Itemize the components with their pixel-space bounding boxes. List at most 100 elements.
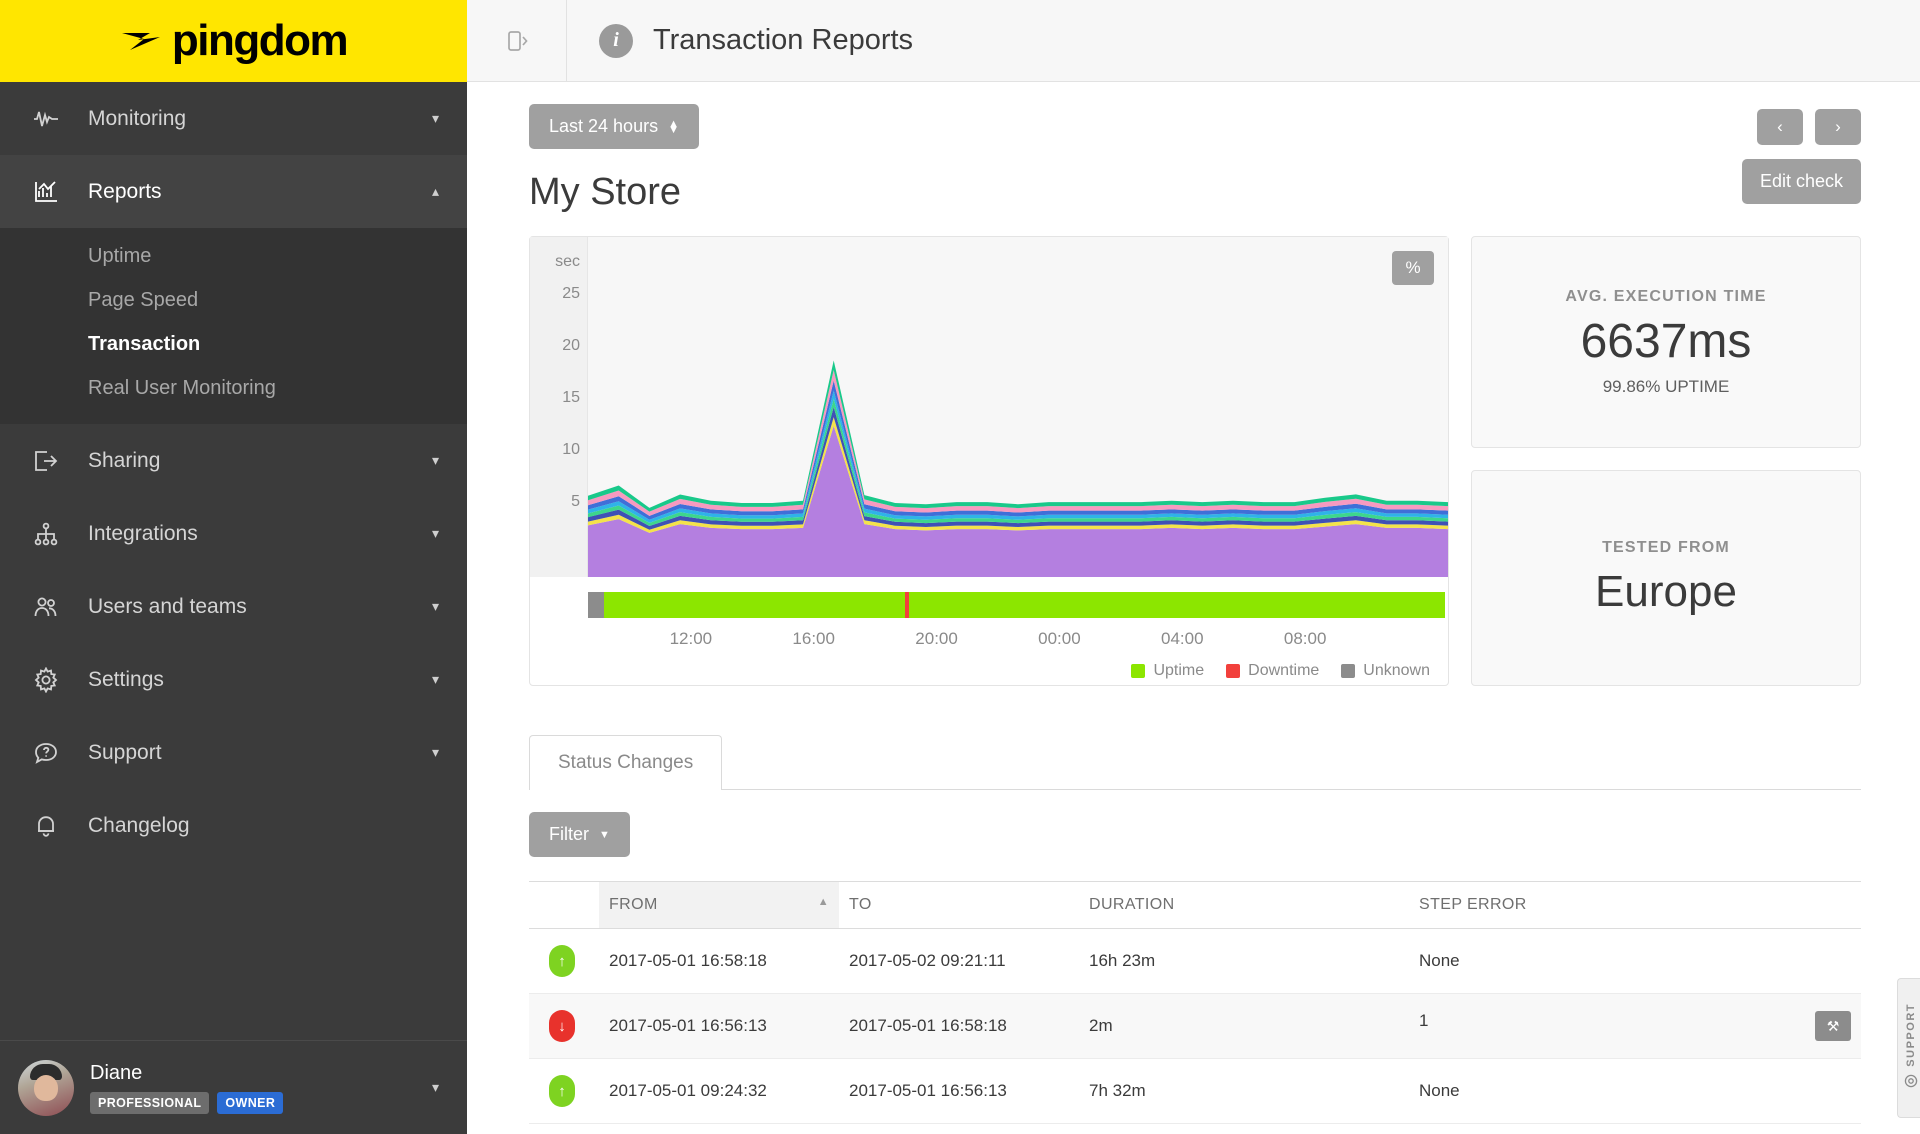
stat-subvalue: 99.86% UPTIME	[1603, 377, 1730, 397]
prev-period-button[interactable]: ‹	[1757, 109, 1803, 145]
sidebar-item-support[interactable]: Support ▾	[0, 716, 467, 789]
y-tick-15: 15	[530, 389, 580, 407]
brand-name: pingdom	[172, 19, 347, 63]
x-tick: 20:00	[915, 629, 958, 649]
avg-execution-time-card: AVG. EXECUTION TIME 6637ms 99.86% UPTIME	[1471, 236, 1861, 448]
reports-submenu: Uptime Page Speed Transaction Real User …	[0, 228, 467, 424]
col-to[interactable]: TO	[839, 882, 1079, 929]
user-profile[interactable]: Diane PROFESSIONAL OWNER ▾	[0, 1040, 467, 1134]
table-row[interactable]: ↑ 2017-05-01 16:58:18 2017-05-02 09:21:1…	[529, 929, 1861, 994]
row-step-error: 1 ⚒	[1409, 994, 1861, 1059]
chevron-up-icon: ▴	[432, 183, 439, 200]
table-row[interactable]: ↑ 2017-05-01 09:24:32 2017-05-01 16:56:1…	[529, 1059, 1861, 1124]
sidebar-item-reports[interactable]: Reports ▴	[0, 155, 467, 228]
avatar	[18, 1060, 74, 1116]
row-status-cell: ↑	[529, 1059, 599, 1124]
sidebar-item-label: Sharing	[66, 449, 432, 473]
info-icon: i	[599, 24, 633, 58]
row-to: 2017-05-02 09:21:11	[839, 929, 1079, 994]
legend-label: Uptime	[1153, 662, 1204, 680]
sidebar-nav: Monitoring ▾ Reports ▴ Uptime Page Speed…	[0, 82, 467, 1040]
sort-asc-icon: ▲	[818, 896, 829, 908]
col-from[interactable]: FROM ▲	[599, 882, 839, 929]
sitemap-icon	[26, 522, 66, 546]
next-period-button[interactable]: ›	[1815, 109, 1861, 145]
row-from: 2017-05-01 16:56:13	[599, 994, 839, 1059]
x-tick: 16:00	[792, 629, 835, 649]
gear-icon	[26, 667, 66, 693]
filter-row: Filter ▼	[529, 812, 1861, 857]
support-side-tab[interactable]: SUPPORT	[1897, 978, 1920, 1118]
y-axis-unit: sec	[530, 253, 580, 271]
sidebar-item-label: Monitoring	[66, 107, 432, 131]
content-area: Last 24 hours ▲▼ ‹ › My Store Edit check	[467, 82, 1920, 1134]
main-area: i Transaction Reports Last 24 hours ▲▼ ‹…	[467, 0, 1920, 1134]
sidebar-item-label: Settings	[66, 668, 432, 692]
sidebar-subitem-page-speed[interactable]: Page Speed	[0, 278, 467, 322]
performance-chart-card: sec 25 20 15 10 5 % 12:0016:	[529, 236, 1449, 686]
panel-expand-icon[interactable]	[467, 0, 567, 82]
sidebar-item-integrations[interactable]: Integrations ▾	[0, 497, 467, 570]
page-header-title: Transaction Reports	[653, 24, 913, 57]
sidebar: pingdom Monitoring ▾	[0, 0, 467, 1134]
legend-item-downtime: Downtime	[1226, 662, 1319, 680]
tab-status-changes[interactable]: Status Changes	[529, 735, 722, 790]
share-export-icon	[26, 449, 66, 473]
edit-check-button[interactable]: Edit check	[1742, 159, 1861, 204]
sidebar-item-users-and-teams[interactable]: Users and teams ▾	[0, 570, 467, 643]
app-root: pingdom Monitoring ▾	[0, 0, 1920, 1134]
x-tick: 00:00	[1038, 629, 1081, 649]
sidebar-item-settings[interactable]: Settings ▾	[0, 643, 467, 716]
chevron-down-icon: ▾	[432, 598, 439, 615]
chat-help-icon	[26, 741, 66, 765]
area-series-step-7	[588, 370, 1448, 516]
filter-button[interactable]: Filter ▼	[529, 812, 630, 857]
row-to: 2017-05-01 16:58:18	[839, 994, 1079, 1059]
brand-logo[interactable]: pingdom	[0, 0, 467, 82]
sidebar-subitem-real-user-monitoring[interactable]: Real User Monitoring	[0, 366, 467, 410]
support-tab-label: SUPPORT	[1905, 1003, 1917, 1067]
sidebar-subitem-transaction[interactable]: Transaction	[0, 322, 467, 366]
status-timeline-bar[interactable]	[588, 592, 1445, 618]
row-from: 2017-05-01 09:24:32	[599, 1059, 839, 1124]
lifebuoy-icon	[1904, 1074, 1918, 1093]
pingdom-wing-icon	[120, 24, 166, 58]
sidebar-item-monitoring[interactable]: Monitoring ▾	[0, 82, 467, 155]
table-row[interactable]: ↓ 2017-05-01 16:56:13 2017-05-01 16:58:1…	[529, 994, 1861, 1059]
chevron-down-icon[interactable]: ▾	[432, 1079, 439, 1096]
row-status-cell: ↑	[529, 929, 599, 994]
y-tick-5: 5	[530, 493, 580, 511]
percent-toggle-button[interactable]: %	[1392, 251, 1434, 285]
y-tick-20: 20	[530, 337, 580, 355]
x-tick: 08:00	[1284, 629, 1327, 649]
col-step-error[interactable]: STEP ERROR	[1409, 882, 1861, 929]
sidebar-item-label: Integrations	[66, 522, 432, 546]
arrow-down-icon: ↓	[549, 1010, 575, 1042]
sidebar-item-label: Reports	[66, 180, 432, 204]
chart-legend: Uptime Downtime Unknown	[1131, 662, 1430, 680]
user-name: Diane	[90, 1062, 432, 1085]
chevron-down-icon: ▾	[432, 671, 439, 688]
sidebar-item-label: Users and teams	[66, 595, 432, 619]
col-status	[529, 882, 599, 929]
stat-label: TESTED FROM	[1602, 539, 1730, 557]
chevron-down-icon: ▾	[432, 110, 439, 127]
time-range-selector[interactable]: Last 24 hours ▲▼	[529, 104, 699, 149]
x-axis-ticks: 12:0016:0020:0000:0004:0008:00	[588, 629, 1448, 653]
sidebar-subitem-uptime[interactable]: Uptime	[0, 234, 467, 278]
wrench-tools-icon[interactable]: ⚒	[1815, 1011, 1851, 1041]
sidebar-item-changelog[interactable]: Changelog	[0, 789, 467, 862]
sidebar-item-sharing[interactable]: Sharing ▾	[0, 424, 467, 497]
bar-chart-icon	[26, 180, 66, 204]
x-tick: 12:00	[670, 629, 713, 649]
top-bar: i Transaction Reports	[467, 0, 1920, 82]
legend-swatch-uptime	[1131, 664, 1145, 678]
row-step-error: None	[1409, 929, 1861, 994]
legend-swatch-unknown	[1341, 664, 1355, 678]
y-tick-25: 25	[530, 285, 580, 303]
tested-from-card: TESTED FROM Europe	[1471, 470, 1861, 686]
row-duration: 7h 32m	[1079, 1059, 1409, 1124]
timeline-segment-unknown	[588, 592, 604, 618]
col-duration[interactable]: DURATION	[1079, 882, 1409, 929]
timeline-segment-uptime	[604, 592, 1445, 618]
